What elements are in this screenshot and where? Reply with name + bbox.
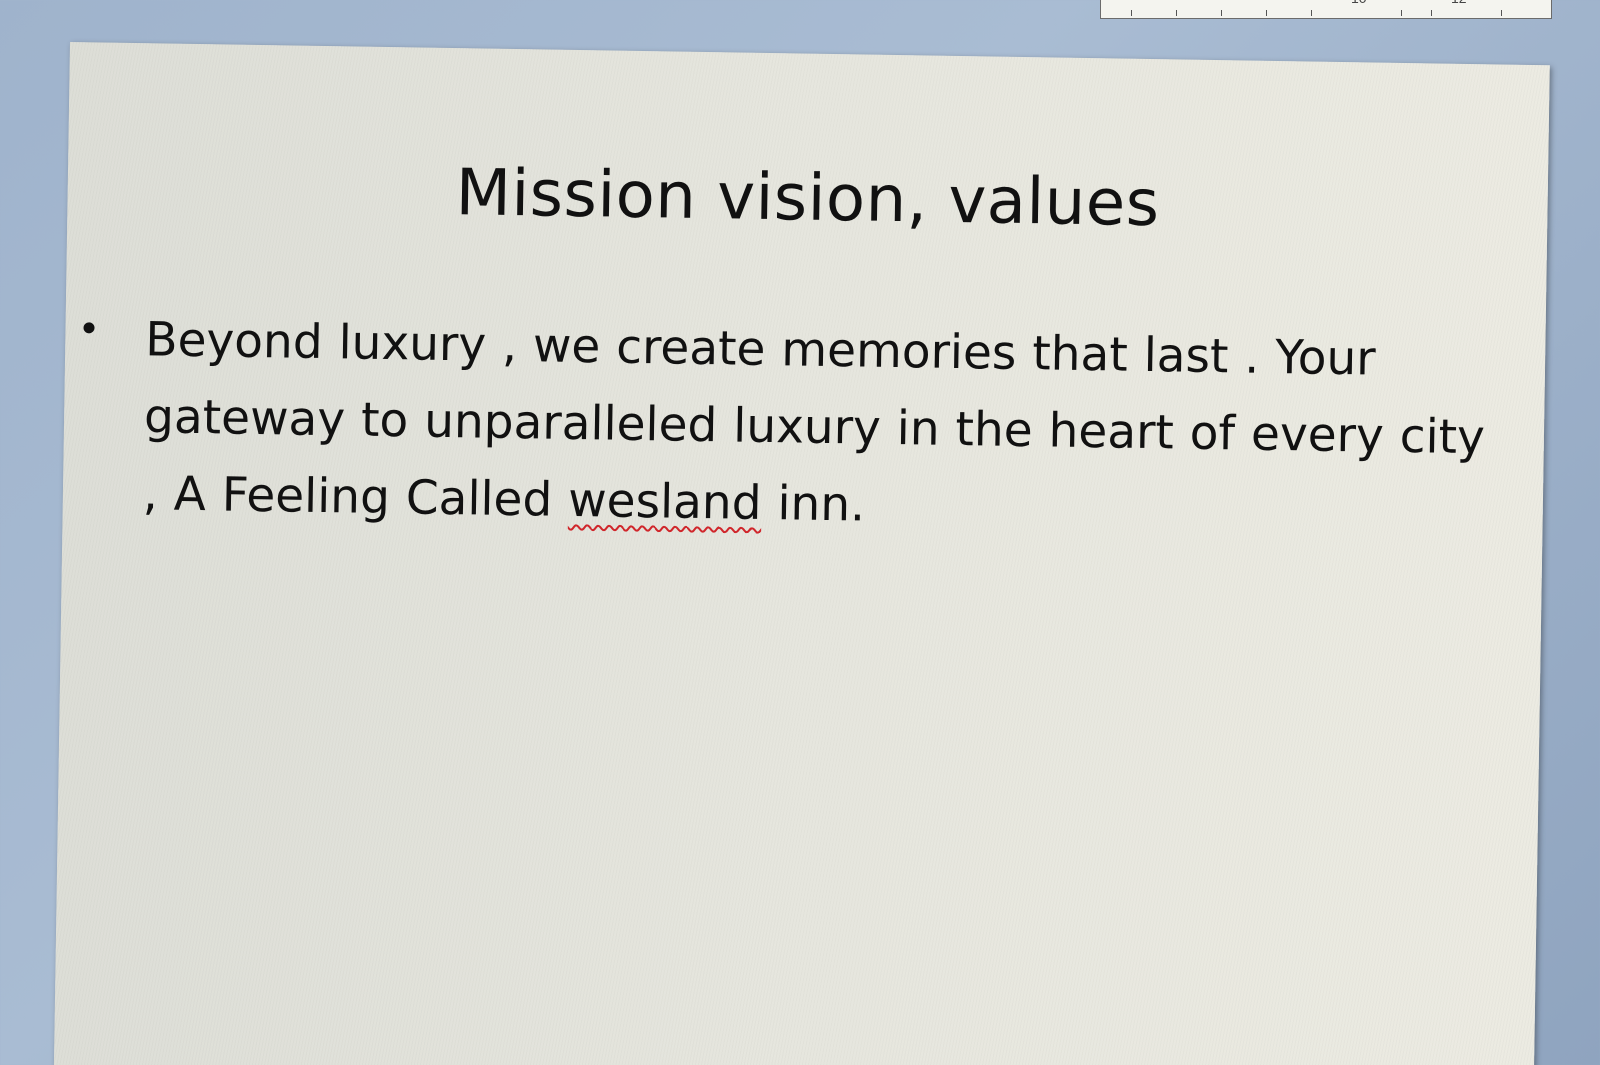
ruler-label: 12: [1451, 0, 1467, 6]
bullet-text[interactable]: Beyond luxury , we create memories that …: [142, 301, 1493, 553]
bullet-text-part: inn.: [761, 475, 866, 533]
bullet-list-item[interactable]: Beyond luxury , we create memories that …: [80, 300, 1493, 553]
ruler-tick: [1401, 10, 1402, 16]
slide-title[interactable]: Mission vision, values: [67, 150, 1548, 247]
ruler-tick: [1501, 10, 1502, 16]
bullet-icon: [83, 322, 95, 334]
ruler-tick: [1311, 10, 1312, 16]
ruler-tick: [1266, 10, 1267, 16]
ruler-tick: [1176, 10, 1177, 16]
slide-canvas[interactable]: Mission vision, values Beyond luxury , w…: [53, 42, 1550, 1065]
ruler-tick: [1431, 10, 1432, 16]
ruler-label: 10: [1351, 0, 1367, 6]
ruler: 10 12: [1100, 0, 1552, 19]
ruler-tick: [1131, 10, 1132, 16]
ruler-tick: [1221, 10, 1222, 16]
spellcheck-word[interactable]: wesland: [568, 473, 762, 531]
